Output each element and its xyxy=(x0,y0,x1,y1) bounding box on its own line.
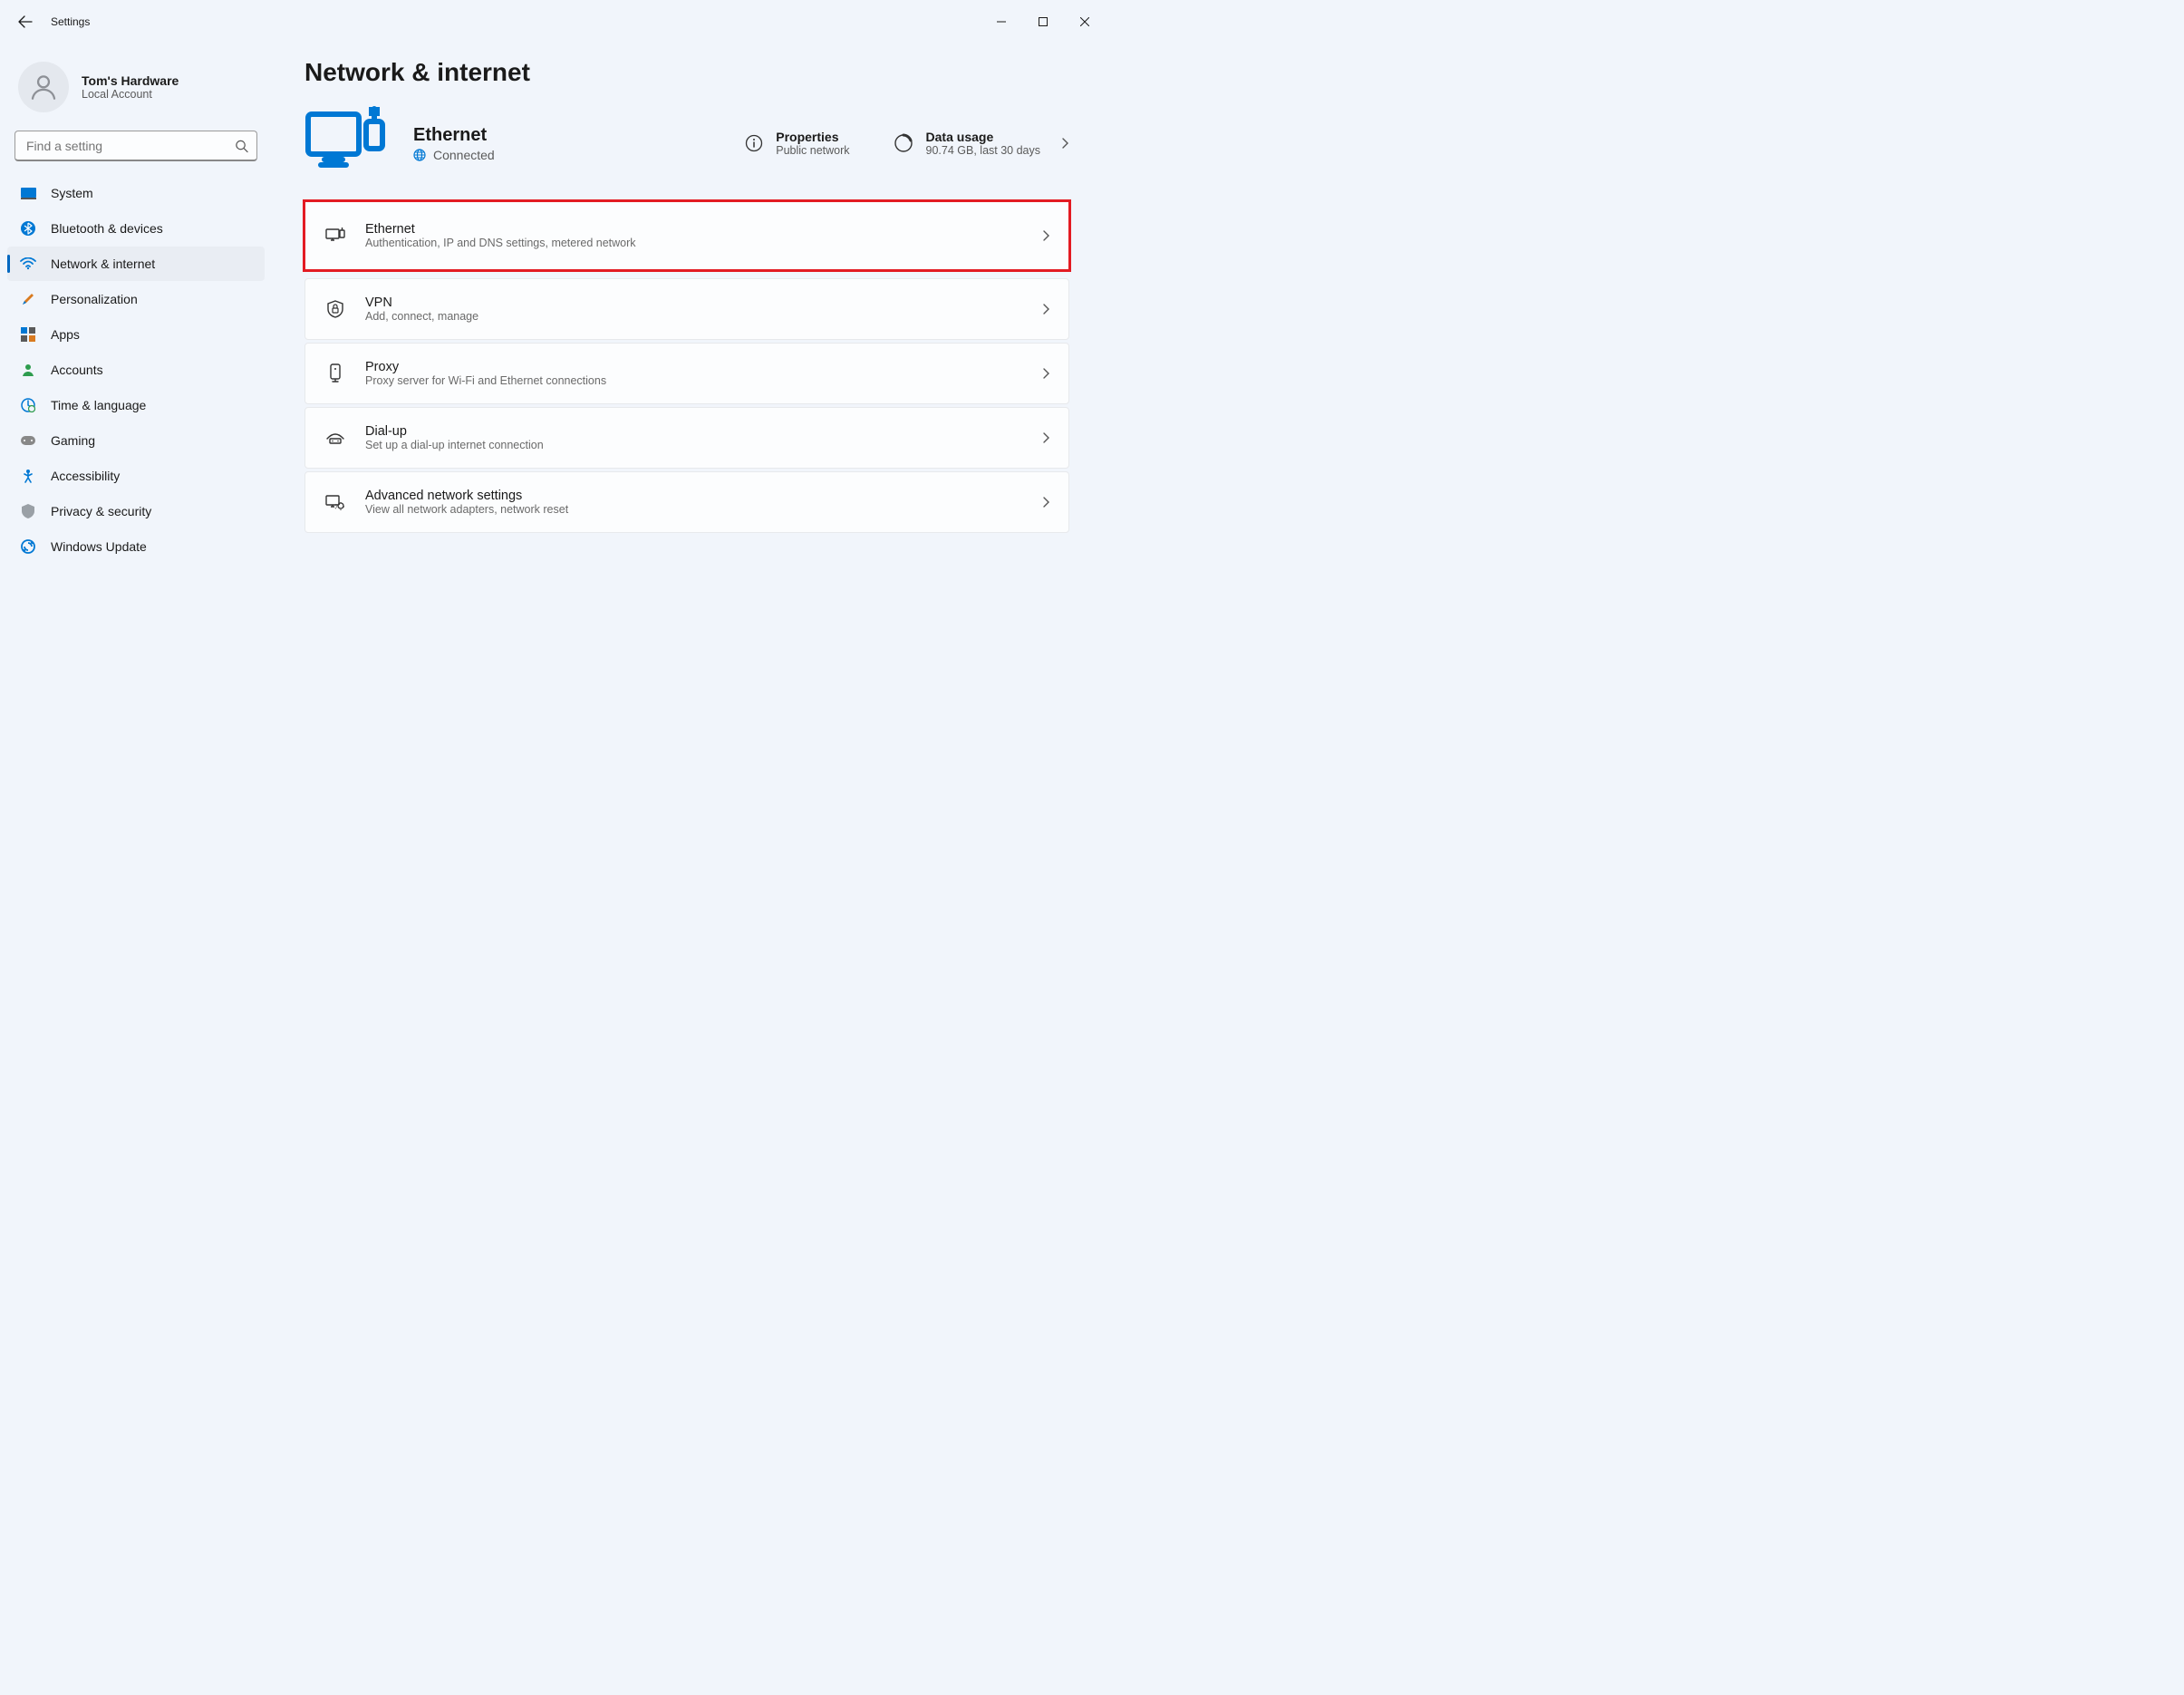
person-icon xyxy=(20,362,36,378)
avatar-icon xyxy=(28,72,59,102)
card-title: Proxy xyxy=(365,360,1021,374)
proxy-icon xyxy=(325,363,345,383)
titlebar: Settings xyxy=(0,0,1113,44)
sidebar-item-label: Windows Update xyxy=(51,539,147,554)
properties-title: Properties xyxy=(776,130,849,144)
sidebar-item-label: Personalization xyxy=(51,292,138,306)
connection-name: Ethernet xyxy=(413,125,495,146)
card-desc: View all network adapters, network reset xyxy=(365,503,1021,516)
sidebar-item-time-language[interactable]: Time & language xyxy=(7,388,265,422)
chevron-right-icon xyxy=(1041,431,1050,444)
profile-block[interactable]: Tom's Hardware Local Account xyxy=(7,51,265,131)
page-title: Network & internet xyxy=(304,58,1069,87)
dialup-icon xyxy=(325,431,345,445)
globe-icon xyxy=(413,149,426,161)
search-icon xyxy=(235,140,248,153)
data-usage-title: Data usage xyxy=(926,130,1040,144)
chevron-right-icon xyxy=(1041,229,1050,242)
sidebar-item-system[interactable]: System xyxy=(7,176,265,210)
data-usage-link[interactable]: Data usage 90.74 GB, last 30 days xyxy=(894,130,1069,157)
chevron-right-icon xyxy=(1041,303,1050,315)
network-status-main: Ethernet Connected xyxy=(304,105,716,181)
profile-subtitle: Local Account xyxy=(82,88,179,101)
sidebar-item-personalization[interactable]: Personalization xyxy=(7,282,265,316)
network-status-row: Ethernet Connected Properties Public net… xyxy=(304,105,1069,181)
minimize-icon xyxy=(997,17,1006,26)
card-dialup[interactable]: Dial-up Set up a dial-up internet connec… xyxy=(304,407,1069,469)
accessibility-icon xyxy=(20,468,36,484)
sidebar-item-label: Time & language xyxy=(51,398,146,412)
sidebar-item-label: Apps xyxy=(51,327,80,342)
close-button[interactable] xyxy=(1064,7,1106,36)
content-area: Network & internet Ethernet Con xyxy=(272,44,1113,864)
sidebar-item-privacy[interactable]: Privacy & security xyxy=(7,494,265,528)
sidebar-nav: System Bluetooth & devices Network & int… xyxy=(7,176,265,564)
card-desc: Set up a dial-up internet connection xyxy=(365,439,1021,451)
system-icon xyxy=(20,185,36,201)
sidebar-item-label: Bluetooth & devices xyxy=(51,221,163,236)
card-advanced-network[interactable]: Advanced network settings View all netwo… xyxy=(304,471,1069,533)
close-icon xyxy=(1080,17,1089,26)
connection-state: Connected xyxy=(433,148,495,162)
shield-icon xyxy=(20,503,36,519)
status-links: Properties Public network Data usage 90.… xyxy=(745,130,1069,157)
paintbrush-icon xyxy=(20,291,36,307)
card-title: VPN xyxy=(365,295,1021,310)
sidebar-item-label: Network & internet xyxy=(51,257,155,271)
advanced-network-icon xyxy=(325,494,345,510)
maximize-icon xyxy=(1039,17,1048,26)
sidebar-item-gaming[interactable]: Gaming xyxy=(7,423,265,458)
ethernet-icon xyxy=(325,228,345,244)
wifi-icon xyxy=(20,256,36,272)
sidebar-item-network[interactable]: Network & internet xyxy=(7,247,265,281)
update-icon xyxy=(20,538,36,555)
card-desc: Add, connect, manage xyxy=(365,310,1021,323)
sidebar-item-accounts[interactable]: Accounts xyxy=(7,353,265,387)
card-vpn[interactable]: VPN Add, connect, manage xyxy=(304,278,1069,340)
chevron-right-icon xyxy=(1060,137,1069,150)
app-title: Settings xyxy=(51,15,90,28)
card-desc: Authentication, IP and DNS settings, met… xyxy=(365,237,1021,249)
sidebar-item-apps[interactable]: Apps xyxy=(7,317,265,352)
minimize-button[interactable] xyxy=(981,7,1022,36)
maximize-button[interactable] xyxy=(1022,7,1064,36)
apps-icon xyxy=(20,326,36,343)
sidebar-item-label: System xyxy=(51,186,93,200)
profile-name: Tom's Hardware xyxy=(82,73,179,88)
search-input[interactable] xyxy=(14,131,257,161)
avatar xyxy=(18,62,69,112)
sidebar-item-label: Accessibility xyxy=(51,469,120,483)
properties-link[interactable]: Properties Public network xyxy=(745,130,849,157)
data-usage-desc: 90.74 GB, last 30 days xyxy=(926,144,1040,157)
clock-globe-icon xyxy=(20,397,36,413)
data-usage-icon xyxy=(894,133,913,153)
vpn-shield-icon xyxy=(325,300,345,318)
back-button[interactable] xyxy=(7,4,43,40)
sidebar-item-label: Accounts xyxy=(51,363,103,377)
settings-window: Settings Tom's Hardware Local Account xyxy=(0,0,1113,864)
card-title: Dial-up xyxy=(365,424,1021,439)
sidebar-item-label: Gaming xyxy=(51,433,95,448)
bluetooth-icon xyxy=(20,220,36,237)
chevron-right-icon xyxy=(1041,496,1050,508)
ethernet-monitor-icon xyxy=(304,105,391,181)
card-title: Advanced network settings xyxy=(365,489,1021,503)
back-arrow-icon xyxy=(18,15,33,29)
sidebar: Tom's Hardware Local Account System Blue… xyxy=(0,44,272,864)
chevron-right-icon xyxy=(1041,367,1050,380)
card-proxy[interactable]: Proxy Proxy server for Wi-Fi and Etherne… xyxy=(304,343,1069,404)
settings-cards: Ethernet Authentication, IP and DNS sett… xyxy=(304,201,1069,533)
search-box[interactable] xyxy=(14,131,257,161)
info-icon xyxy=(745,134,763,152)
card-desc: Proxy server for Wi-Fi and Ethernet conn… xyxy=(365,374,1021,387)
sidebar-item-windows-update[interactable]: Windows Update xyxy=(7,529,265,564)
sidebar-item-bluetooth[interactable]: Bluetooth & devices xyxy=(7,211,265,246)
sidebar-item-accessibility[interactable]: Accessibility xyxy=(7,459,265,493)
gaming-icon xyxy=(20,432,36,449)
properties-desc: Public network xyxy=(776,144,849,157)
card-title: Ethernet xyxy=(365,222,1021,237)
sidebar-item-label: Privacy & security xyxy=(51,504,151,518)
card-ethernet[interactable]: Ethernet Authentication, IP and DNS sett… xyxy=(303,199,1071,272)
window-controls xyxy=(981,7,1106,36)
